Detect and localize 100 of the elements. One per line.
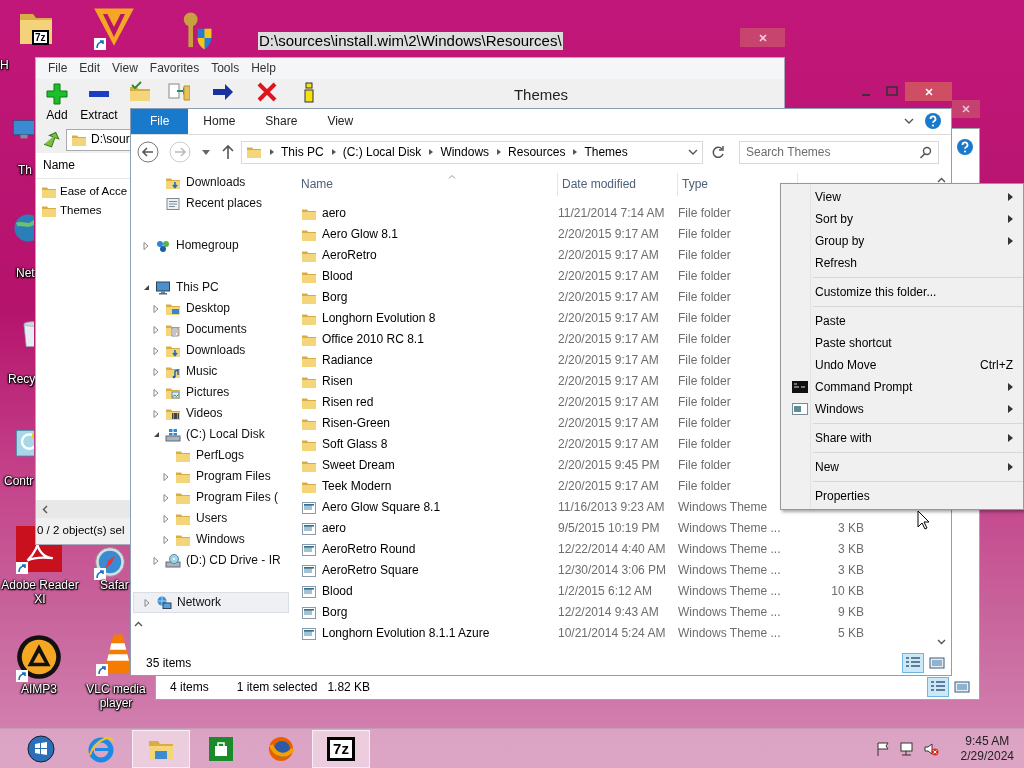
desktop-icon-label[interactable]: Th xyxy=(18,163,32,177)
nav-item[interactable]: PerfLogs xyxy=(191,448,245,463)
menu-item[interactable]: Properties xyxy=(781,485,1023,507)
nav-item[interactable]: Documents xyxy=(181,322,247,337)
nav-item[interactable]: Users xyxy=(191,511,228,526)
menu-item[interactable]: New xyxy=(781,456,1023,478)
nav-item[interactable]: (D:) CD Drive - IR xyxy=(181,553,281,568)
desktop-icon-label[interactable]: Contr xyxy=(4,474,34,488)
menu-item[interactable]: Undo Move Ctrl+Z xyxy=(781,354,1023,376)
toolbar-button[interactable]: Add xyxy=(39,79,75,123)
nav-item[interactable]: Pictures xyxy=(181,385,230,400)
column-header[interactable]: Name xyxy=(297,173,558,196)
file-name[interactable]: Longhorn Evolution 8.1.1 Azure xyxy=(322,626,490,641)
breadcrumb-item[interactable]: This PC xyxy=(281,144,324,160)
file-name[interactable]: Borg xyxy=(322,605,348,620)
breadcrumb-item[interactable]: Resources xyxy=(508,144,566,160)
menu-item[interactable]: Paste xyxy=(781,310,1023,332)
nav-item[interactable]: Network xyxy=(172,595,221,610)
nav-item[interactable]: Program Files ( xyxy=(191,490,278,505)
menu-item[interactable]: Customize this folder... xyxy=(781,281,1023,303)
list-item[interactable]: Ease of Acce xyxy=(60,184,128,199)
file-type: File folder xyxy=(678,311,732,326)
file-type: Windows Theme ... xyxy=(678,626,782,641)
desktop-icon-label[interactable]: Adobe Reader XI xyxy=(0,578,80,606)
menu-item[interactable]: Refresh xyxy=(781,252,1023,274)
file-name[interactable]: Risen red xyxy=(322,395,374,410)
file-date: 2/20/2015 9:17 AM xyxy=(558,395,660,410)
file-name[interactable]: Blood xyxy=(322,584,353,599)
file-name[interactable]: Aero Glow 8.1 xyxy=(322,227,399,242)
file-type: File folder xyxy=(678,437,732,452)
file-menu-button[interactable]: File xyxy=(131,109,189,134)
ribbon-tab[interactable]: Share xyxy=(250,109,313,134)
breadcrumb-item[interactable]: Windows xyxy=(440,144,490,160)
menu-item[interactable]: Command Prompt xyxy=(781,376,1023,398)
file-name[interactable]: Longhorn Evolution 8 xyxy=(322,311,436,326)
file-type: File folder xyxy=(678,458,732,473)
desktop-icon-label[interactable]: Recy xyxy=(8,372,36,386)
shortcut-text: Ctrl+Z xyxy=(980,357,1013,373)
nav-item[interactable]: Homegroup xyxy=(171,238,239,253)
taskbar-button[interactable]: 7z xyxy=(312,729,370,768)
file-name[interactable]: Aero Glow Square 8.1 xyxy=(322,500,441,515)
file-name[interactable]: Borg xyxy=(322,290,348,305)
desktop-icon-label[interactable]: Net xyxy=(16,266,35,280)
menu-item[interactable]: View xyxy=(106,61,144,76)
menu-item[interactable]: Edit xyxy=(73,61,107,76)
file-name[interactable]: aero xyxy=(322,206,347,221)
nav-item[interactable]: Program Files xyxy=(191,469,271,484)
file-name[interactable]: AeroRetro xyxy=(322,248,377,263)
search-box[interactable]: Search Themes xyxy=(739,140,939,164)
file-date: 2/20/2015 9:17 AM xyxy=(558,269,660,284)
menu-item[interactable]: Tools xyxy=(205,61,246,76)
nav-item[interactable]: This PC xyxy=(171,280,219,295)
file-type: Windows Theme ... xyxy=(678,605,782,620)
desktop-icon-label[interactable]: Safar xyxy=(100,578,129,592)
menu-item[interactable]: Favorites xyxy=(143,61,206,76)
nav-item[interactable]: Desktop xyxy=(181,301,231,316)
file-name[interactable]: aero xyxy=(322,521,347,536)
nav-item[interactable]: Downloads xyxy=(181,175,246,190)
file-name[interactable]: Blood xyxy=(322,269,353,284)
file-name[interactable]: Office 2010 RC 8.1 xyxy=(322,332,424,347)
file-name[interactable]: Soft Glass 8 xyxy=(322,437,388,452)
nav-item[interactable]: Downloads xyxy=(181,343,246,358)
nav-item[interactable]: (C:) Local Disk xyxy=(181,427,265,442)
clock-date[interactable]: 2/29/2024 xyxy=(960,748,1014,764)
ribbon-tab[interactable]: Home xyxy=(188,109,251,134)
nav-item[interactable]: Music xyxy=(181,364,218,379)
file-date: 2/20/2015 9:17 AM xyxy=(558,290,660,305)
desktop-icon-label[interactable]: H xyxy=(0,58,9,72)
nav-item[interactable]: Windows xyxy=(191,532,245,547)
menu-item[interactable]: Windows xyxy=(781,398,1023,420)
breadcrumb-item[interactable]: (C:) Local Disk xyxy=(342,144,422,160)
clock-time[interactable]: 9:45 AM xyxy=(965,733,1010,749)
menu-item[interactable]: File xyxy=(42,61,74,76)
list-item[interactable]: Themes xyxy=(60,203,102,218)
file-type: File folder xyxy=(678,269,732,284)
file-name[interactable]: Teek Modern xyxy=(322,479,392,494)
menu-item[interactable]: Help xyxy=(245,61,282,76)
search-field[interactable]: Search Themes xyxy=(746,144,906,160)
file-type: File folder xyxy=(678,290,732,305)
nav-item[interactable]: Videos xyxy=(181,406,223,421)
menu-item[interactable]: Sort by xyxy=(781,208,1023,230)
file-name[interactable]: Risen xyxy=(322,374,353,389)
menu-item[interactable]: Share with xyxy=(781,427,1023,449)
breadcrumb-item[interactable]: Themes xyxy=(584,144,628,160)
address-bar[interactable]: This PC (C:) Local Disk Windows Resources Themes xyxy=(241,140,703,164)
column-header[interactable]: Date modified xyxy=(558,173,678,196)
ribbon-tab[interactable]: View xyxy=(312,109,369,134)
file-name[interactable]: AeroRetro Square xyxy=(322,563,419,578)
file-name[interactable]: AeroRetro Round xyxy=(322,542,416,557)
file-type: File folder xyxy=(678,395,732,410)
file-type: File folder xyxy=(678,206,732,221)
nav-item[interactable]: Recent places xyxy=(181,196,263,211)
menu-item[interactable]: Group by xyxy=(781,230,1023,252)
file-name[interactable]: Sweet Dream xyxy=(322,458,395,473)
file-size: 3 KB xyxy=(837,563,864,578)
file-name[interactable]: Risen-Green xyxy=(322,416,391,431)
file-name[interactable]: Radiance xyxy=(322,353,373,368)
toolbar-button[interactable]: Extract xyxy=(75,79,123,123)
menu-item[interactable]: Paste shortcut xyxy=(781,332,1023,354)
column-header[interactable]: Name xyxy=(43,158,75,173)
